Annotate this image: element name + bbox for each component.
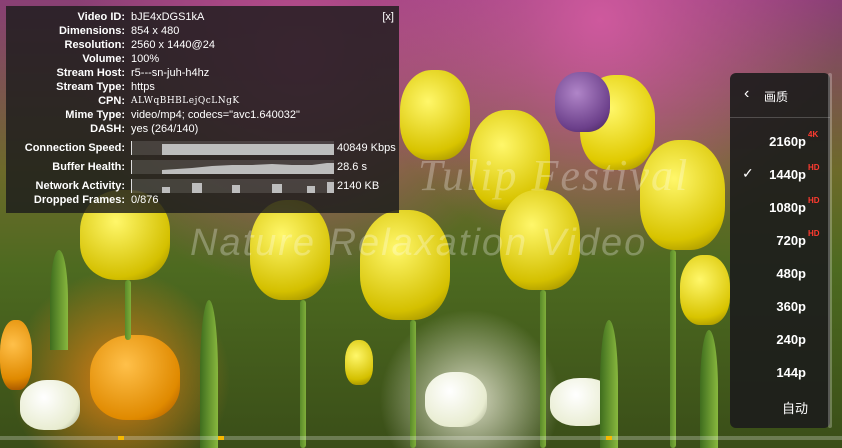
quality-option-360p[interactable]: 360p	[730, 289, 830, 322]
quality-menu-title: 画质	[764, 90, 789, 104]
quality-menu-header[interactable]: ‹ 画质	[730, 73, 830, 118]
tulip-flower	[20, 380, 80, 430]
tulip-stem	[670, 250, 676, 448]
stats-value: bJE4xDGS1kA	[131, 11, 205, 23]
quality-label: 240p	[776, 332, 806, 347]
quality-option-auto[interactable]: 自动	[730, 388, 830, 421]
tulip-stem	[300, 300, 306, 448]
stats-key: Volume:	[82, 53, 125, 65]
chapter-marker	[118, 436, 124, 440]
stats-row-dash: DASH: yes (264/140)	[6, 122, 399, 136]
quality-badge: HD	[808, 229, 820, 238]
stats-key: Dimensions:	[58, 25, 125, 37]
quality-label: 360p	[776, 299, 806, 314]
stats-row-stream-type: Stream Type: https	[6, 80, 399, 94]
quality-menu-scrollbar[interactable]	[828, 73, 832, 428]
stats-row-dropped-frames: Dropped Frames: 0/876	[6, 193, 399, 207]
progress-bar[interactable]	[0, 436, 842, 440]
stats-row-volume: Volume: 100%	[6, 52, 399, 66]
quality-badge: 4K	[808, 130, 819, 139]
quality-option-480p[interactable]: 480p	[730, 256, 830, 289]
stats-row-stream-host: Stream Host: r5---sn-juh-h4hz	[6, 66, 399, 80]
stats-key: Video ID:	[77, 11, 125, 23]
stats-row-mime-type: Mime Type: video/mp4; codecs="avc1.64003…	[6, 108, 399, 122]
stats-key: Resolution:	[64, 39, 126, 51]
stats-row-network-activity: Network Activity: 2140 KB	[6, 179, 399, 193]
stats-value: 28.6 s	[337, 161, 367, 173]
tulip-stem	[540, 290, 546, 448]
stats-value: 2140 KB	[337, 180, 380, 192]
checkmark-icon: ✓	[742, 165, 754, 181]
watermark-subtitle: Nature Relaxation Video	[190, 222, 648, 264]
stats-row-buffer-health: Buffer Health: 28.6 s	[6, 160, 399, 174]
stats-value: 0/876	[131, 194, 159, 206]
stats-value: 100%	[131, 53, 160, 65]
stats-value: 2560 x 1440@24	[131, 39, 215, 51]
chapter-marker	[606, 436, 612, 440]
watermark-title: Tulip Festival	[418, 151, 690, 200]
stats-value: r5---sn-juh-h4hz	[131, 67, 210, 79]
stats-row-cpn: CPN: ALWqBHBLejQcLNgK	[6, 94, 399, 108]
buffer-health-graph	[131, 160, 334, 174]
tulip-leaf	[700, 330, 718, 448]
quality-option-144p[interactable]: 144p	[730, 355, 830, 388]
stats-key: Mime Type:	[65, 109, 125, 121]
stats-row-connection-speed: Connection Speed: 40849 Kbps	[6, 141, 399, 155]
stats-value: 854 x 480	[131, 25, 180, 37]
tulip-flower	[90, 335, 180, 420]
stats-key: CPN:	[98, 95, 125, 107]
stats-row-dimensions: Dimensions: 854 x 480	[6, 24, 399, 38]
quality-option-240p[interactable]: 240p	[730, 322, 830, 355]
quality-label: 1440p	[769, 167, 806, 182]
stats-key: Stream Host:	[56, 67, 125, 79]
tulip-leaf	[600, 320, 618, 448]
stats-row-resolution: Resolution: 2560 x 1440@24	[6, 38, 399, 52]
tulip-flower	[425, 372, 487, 427]
quality-label: 720p	[776, 233, 806, 248]
quality-option-1080p[interactable]: 1080p HD	[730, 190, 830, 223]
chevron-left-icon[interactable]: ‹	[744, 85, 749, 103]
stats-row-video-id: Video ID: bJE4xDGS1kA	[6, 10, 399, 24]
network-activity-graph	[131, 179, 334, 193]
tulip-flower	[0, 320, 32, 390]
stats-key: Stream Type:	[56, 81, 125, 93]
stats-value: ALWqBHBLejQcLNgK	[131, 96, 240, 106]
quality-badge: HD	[808, 196, 820, 205]
tulip-leaf	[200, 300, 218, 448]
tulip-flower	[555, 72, 610, 132]
stats-key: Buffer Health:	[52, 161, 125, 173]
quality-label: 1080p	[769, 200, 806, 215]
quality-option-720p[interactable]: 720p HD	[730, 223, 830, 256]
stats-key: Dropped Frames:	[33, 194, 125, 206]
tulip-flower	[345, 340, 373, 385]
quality-label: 144p	[776, 365, 806, 380]
tulip-leaf	[50, 250, 68, 350]
tulip-stem	[410, 320, 416, 448]
stats-value: 40849 Kbps	[337, 142, 396, 154]
connection-speed-graph	[131, 141, 334, 155]
stats-key: Network Activity:	[35, 180, 125, 192]
quality-option-1440p[interactable]: ✓ 1440p HD	[730, 157, 830, 190]
stats-key: DASH:	[90, 123, 125, 135]
chapter-marker	[218, 436, 224, 440]
quality-badge: HD	[808, 163, 820, 172]
quality-menu: ‹ 画质 2160p 4K ✓ 1440p HD 1080p HD 720p H…	[730, 73, 830, 428]
quality-label: 2160p	[769, 134, 806, 149]
tulip-stem	[125, 280, 131, 340]
quality-label: 自动	[781, 401, 808, 416]
quality-label: 480p	[776, 266, 806, 281]
tulip-flower	[400, 70, 470, 160]
stats-value: https	[131, 81, 155, 93]
tulip-flower	[680, 255, 730, 325]
stats-value: video/mp4; codecs="avc1.640032"	[131, 109, 300, 121]
quality-option-2160p[interactable]: 2160p 4K	[730, 124, 830, 157]
stats-for-nerds-panel: [x] Video ID: bJE4xDGS1kA Dimensions: 85…	[6, 6, 399, 213]
stats-key: Connection Speed:	[24, 142, 125, 154]
stats-value: yes (264/140)	[131, 123, 199, 135]
